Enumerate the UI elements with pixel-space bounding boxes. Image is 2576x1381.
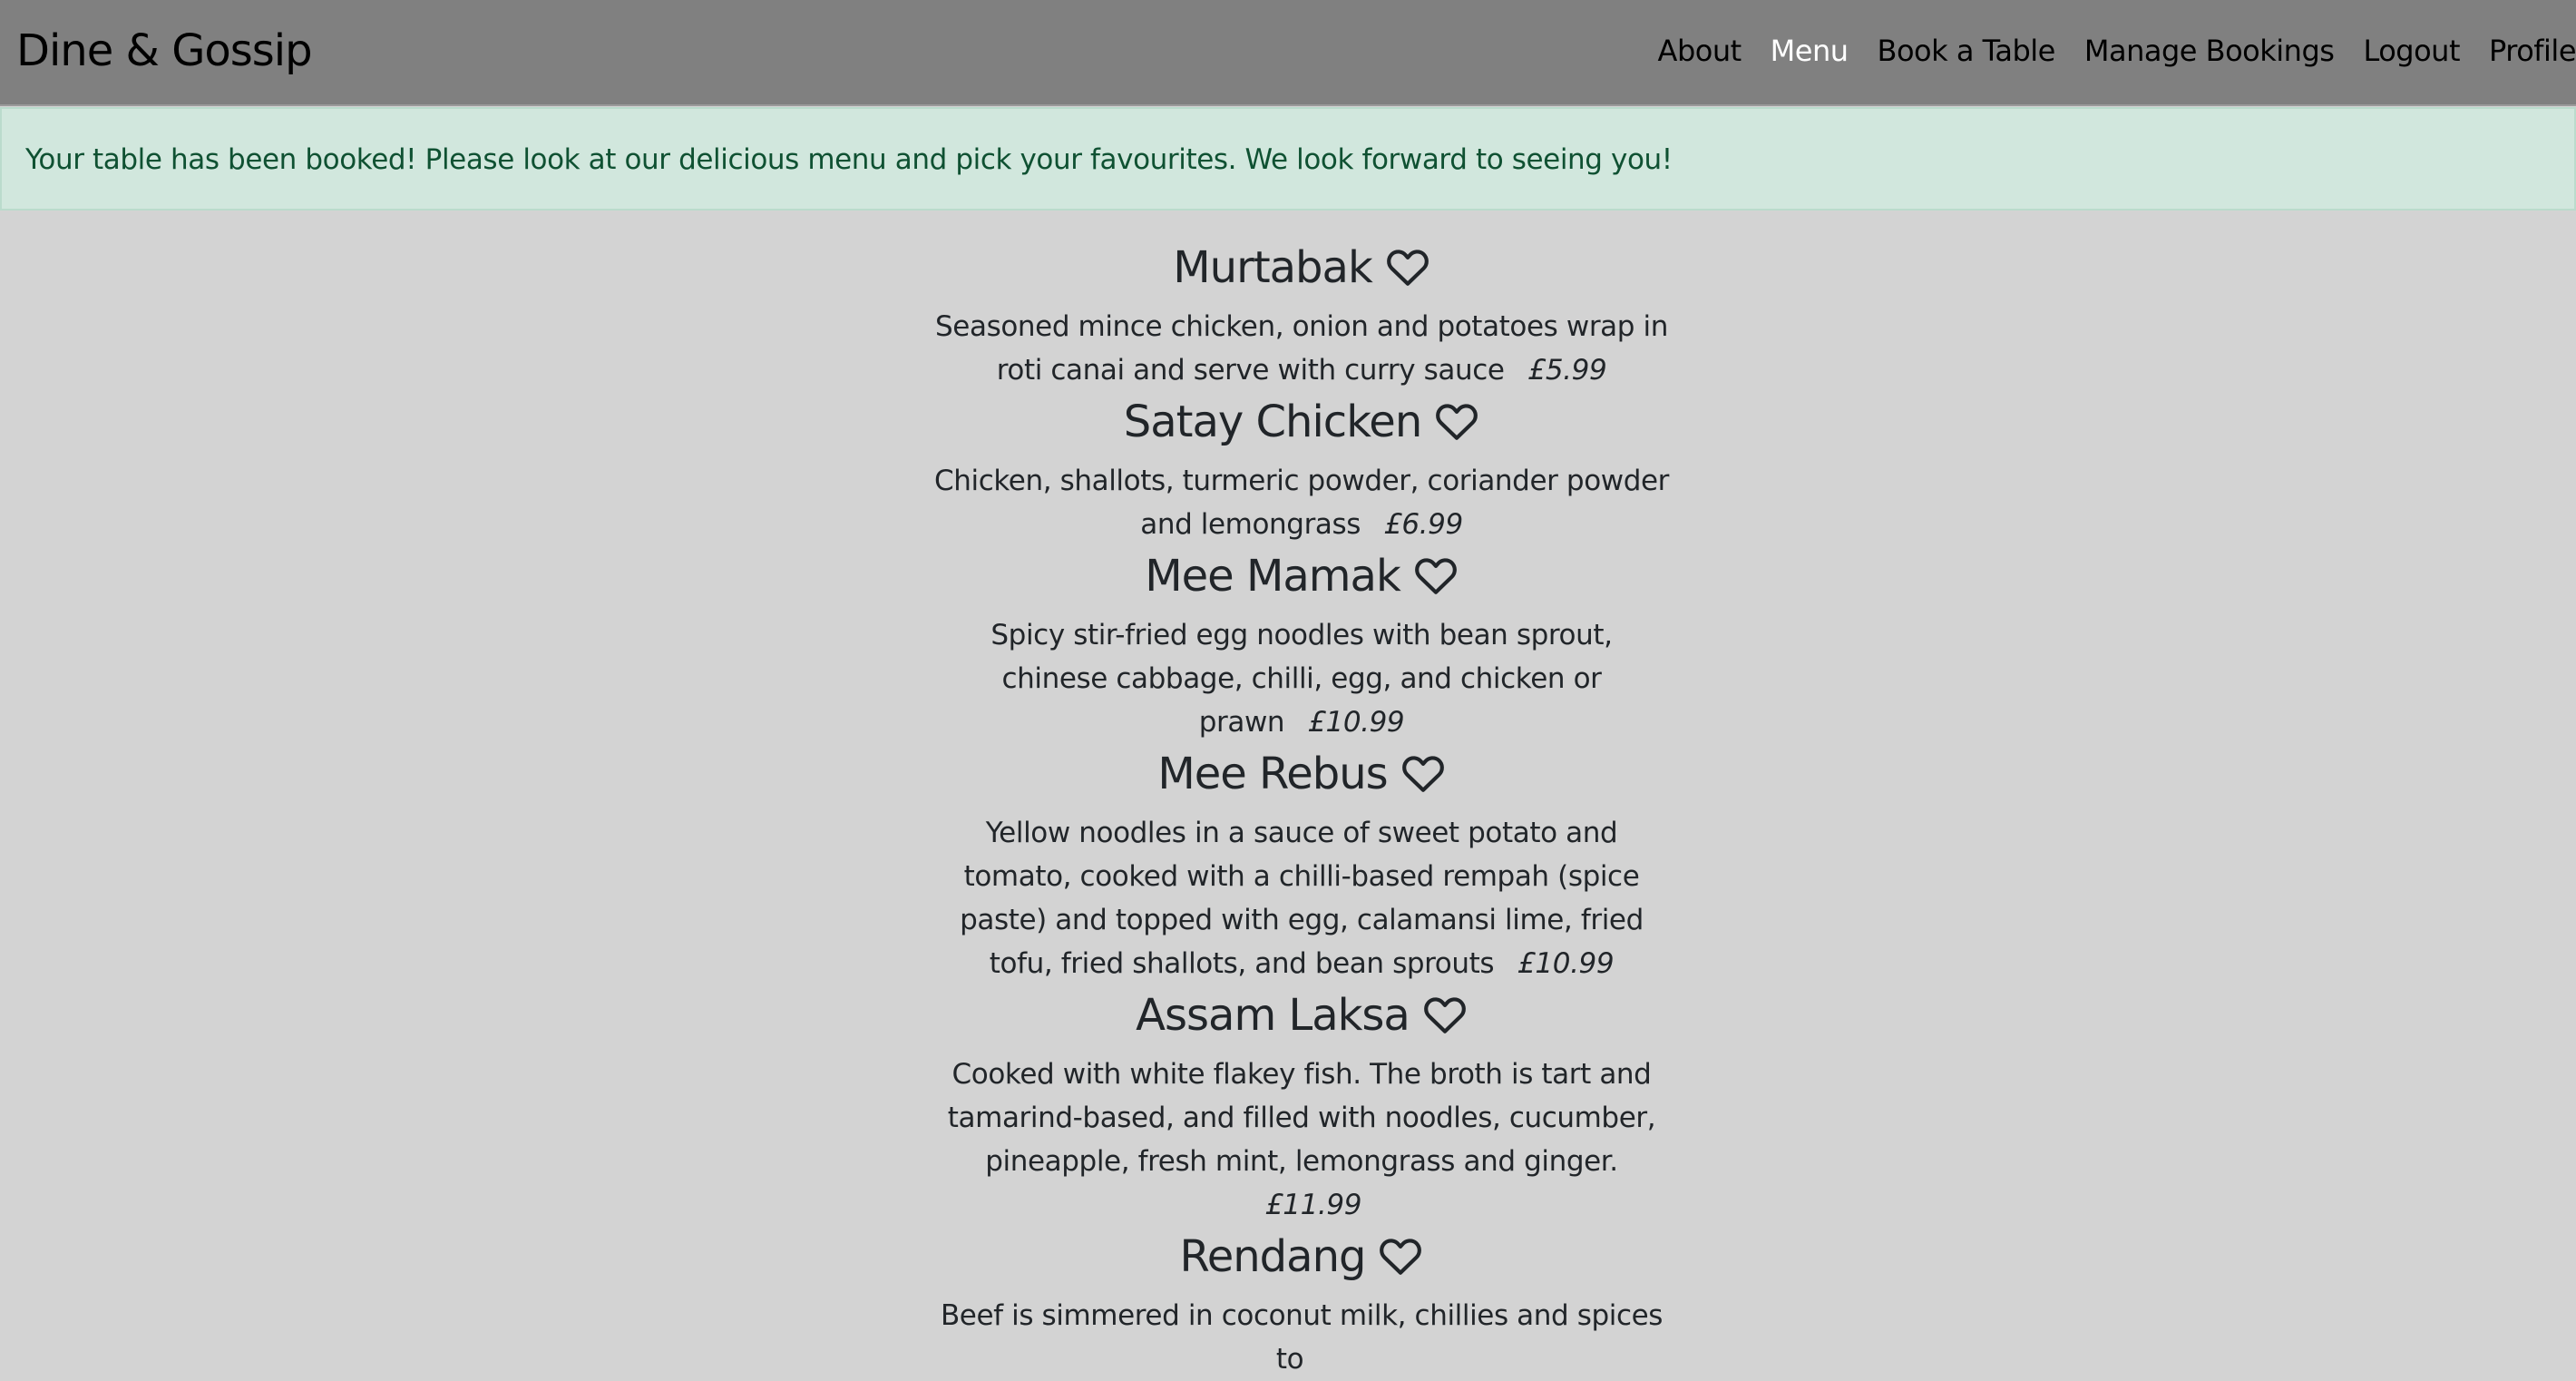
menu-item-price: £5.99 [1527, 354, 1607, 387]
menu-item-title: Mee Rebus [925, 744, 1678, 804]
menu-item-title: Assam Laksa [925, 985, 1678, 1045]
menu-item-name: Satay Chicken [1123, 397, 1422, 447]
menu-item-price: £6.99 [1384, 508, 1463, 541]
brand-logo-link[interactable]: Dine & Gossip [16, 24, 313, 78]
menu-item-title: Murtabak [925, 238, 1678, 298]
menu-item-name: Murtabak [1173, 242, 1372, 293]
menu-list: Murtabak Seasoned mince chicken, onion a… [925, 238, 1678, 1381]
heart-icon[interactable] [1413, 553, 1459, 599]
menu-item-price: £10.99 [1308, 706, 1405, 739]
menu-item-price: £10.99 [1517, 947, 1615, 980]
menu-item-description-text: Spicy stir-fried egg noodles with bean s… [990, 619, 1613, 739]
menu-item-name: Mee Rebus [1157, 749, 1388, 799]
menu-item-name: Rendang [1179, 1231, 1367, 1282]
menu-item-description-text: Chicken, shallots, turmeric powder, cori… [934, 465, 1670, 541]
menu-item-title: Rendang [925, 1227, 1678, 1287]
menu-item-description: Chicken, shallots, turmeric powder, cori… [925, 459, 1678, 546]
heart-icon[interactable] [1378, 1234, 1423, 1279]
menu-item-price: £11.99 [1264, 1189, 1362, 1221]
menu-item: Rendang Beef is simmered in coconut milk… [925, 1227, 1678, 1381]
menu-item-name: Assam Laksa [1136, 990, 1410, 1041]
nav-link-menu[interactable]: Menu [1771, 33, 1849, 69]
nav-link-profile[interactable]: Profile [2489, 33, 2576, 69]
menu-item: Assam Laksa Cooked with white flakey fis… [925, 985, 1678, 1227]
menu-item: Satay Chicken Chicken, shallots, turmeri… [925, 392, 1678, 546]
menu-item-title: Mee Mamak [925, 546, 1678, 606]
nav-link-book-a-table[interactable]: Book a Table [1878, 33, 2056, 69]
menu-item-description: Beef is simmered in coconut milk, chilli… [925, 1294, 1678, 1381]
booking-success-alert: Your table has been booked! Please look … [0, 107, 2576, 211]
menu-item-name: Mee Mamak [1145, 551, 1401, 602]
menu-item-title: Satay Chicken [925, 392, 1678, 452]
menu-item-description: Yellow noodles in a sauce of sweet potat… [925, 811, 1678, 985]
menu-item-description-text: Cooked with white flakey fish. The broth… [947, 1058, 1656, 1178]
menu-item-description: Seasoned mince chicken, onion and potato… [925, 305, 1678, 392]
menu-item: Mee Mamak Spicy stir-fried egg noodles w… [925, 546, 1678, 744]
heart-icon[interactable] [1400, 751, 1446, 797]
nav-link-about[interactable]: About [1658, 33, 1742, 69]
menu-item: Mee Rebus Yellow noodles in a sauce of s… [925, 744, 1678, 985]
nav-links: About Menu Book a Table Manage Bookings … [1629, 33, 2576, 69]
heart-icon[interactable] [1385, 245, 1430, 290]
nav-link-logout[interactable]: Logout [2363, 33, 2460, 69]
menu-item-description: Cooked with white flakey fish. The broth… [925, 1053, 1678, 1227]
alert-message: Your table has been booked! Please look … [25, 143, 1673, 176]
heart-icon[interactable] [1422, 993, 1468, 1038]
heart-icon[interactable] [1434, 399, 1479, 445]
menu-item-description: Spicy stir-fried egg noodles with bean s… [925, 613, 1678, 744]
nav-link-manage-bookings[interactable]: Manage Bookings [2084, 33, 2335, 69]
menu-item: Murtabak Seasoned mince chicken, onion a… [925, 238, 1678, 392]
navbar: Dine & Gossip About Menu Book a Table Ma… [0, 0, 2576, 106]
menu-item-description-text: Beef is simmered in coconut milk, chilli… [940, 1299, 1664, 1376]
